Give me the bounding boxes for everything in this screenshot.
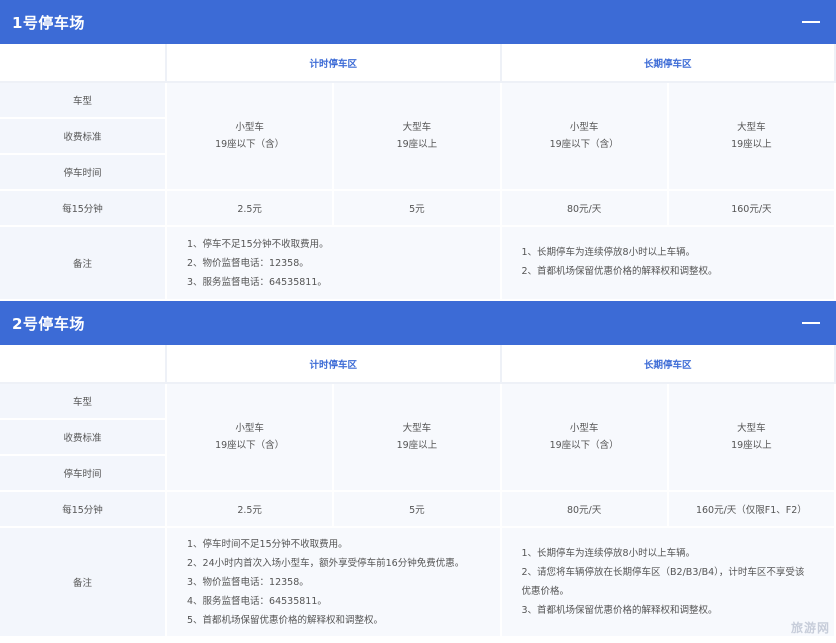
row-label-standard: 收费标准 xyxy=(0,118,167,155)
note-item: 1、停车不足15分钟不收取费用。 xyxy=(187,238,329,250)
vehicle-cell: 小型车 19座以下（含） xyxy=(500,383,669,492)
notes-hourly: 1、停车时间不足15分钟不收取费用。 2、24小时内首次入场小型车，额外享受停车… xyxy=(166,527,502,638)
vehicle-name: 大型车 xyxy=(737,122,766,133)
parking-lot-1: 1号停车场 计时停车区 长期停车区 车型 小型车 19座以下（含） 大型车 19座以… xyxy=(0,0,836,301)
notes-hourly: 1、停车不足15分钟不收取费用。 2、物价监督电话：12358。 3、服务监督电… xyxy=(166,226,502,301)
row-label-per15: 每15分钟 xyxy=(0,190,167,227)
price-cell: 5元 xyxy=(333,491,502,528)
zone-long-term: 长期停车区 xyxy=(500,345,836,384)
row-label-type: 车型 xyxy=(0,383,167,420)
minus-icon xyxy=(802,21,820,23)
price-cell: 160元/天（仅限F1、F2） xyxy=(667,491,836,528)
note-item: 3、首都机场保留优惠价格的解释权和调整权。 xyxy=(521,605,718,616)
section-header[interactable]: 2号停车场 xyxy=(0,301,836,345)
vehicle-cell: 大型车 19座以上 xyxy=(333,383,502,492)
fee-table: 计时停车区 长期停车区 车型 小型车 19座以下（含） 大型车 19座以上 小型车 1… xyxy=(0,345,836,638)
vehicle-seats: 19座以下（含） xyxy=(215,440,285,451)
vehicle-name: 小型车 xyxy=(235,122,264,133)
zone-hourly: 计时停车区 xyxy=(166,345,502,384)
notes-long: 1、长期停车为连续停放8小时以上车辆。 2、请您将车辆停放在长期停车区（B2/B… xyxy=(500,527,836,638)
note-item: 1、长期停车为连续停放8小时以上车辆。 xyxy=(521,247,696,258)
vehicle-seats: 19座以下（含） xyxy=(549,440,619,451)
vehicle-seats: 19座以上 xyxy=(731,139,772,150)
note-item: 1、长期停车为连续停放8小时以上车辆。 xyxy=(521,548,696,559)
note-item: 2、首都机场保留优惠价格的解释权和调整权。 xyxy=(521,266,718,277)
vehicle-seats: 19座以下（含） xyxy=(215,139,285,150)
vehicle-name: 小型车 xyxy=(569,423,599,434)
vehicle-seats: 19座以上 xyxy=(396,440,438,451)
corner-cell xyxy=(0,345,167,384)
vehicle-name: 小型车 xyxy=(235,423,264,434)
section-title: 2号停车场 xyxy=(12,314,85,333)
notes-list: 1、停车不足15分钟不收取费用。 2、物价监督电话：12358。 3、服务监督电… xyxy=(167,235,500,292)
note-item: 3、服务监督电话：64535811。 xyxy=(187,276,327,288)
fee-table: 计时停车区 长期停车区 车型 小型车 19座以下（含） 大型车 19座以上 小型车 1… xyxy=(0,44,836,301)
vehicle-cell: 小型车 19座以下（含） xyxy=(166,82,335,191)
price-cell: 80元/天 xyxy=(500,491,669,528)
note-item: 3、物价监督电话：12358。 xyxy=(187,576,309,588)
price-cell: 5元 xyxy=(333,190,502,227)
price-cell: 160元/天 xyxy=(667,190,836,227)
vehicle-cell: 大型车 19座以上 xyxy=(333,82,502,191)
note-item: 5、首都机场保留优惠价格的解释权和调整权。 xyxy=(187,614,384,626)
vehicle-cell: 小型车 19座以下（含） xyxy=(500,82,669,191)
vehicle-seats: 19座以下（含） xyxy=(549,139,619,150)
parking-lot-2: 2号停车场 计时停车区 长期停车区 车型 小型车 19座以下（含） 大型车 19座以… xyxy=(0,301,836,638)
note-item: 优惠价格。 xyxy=(521,586,570,597)
vehicle-cell: 大型车 19座以上 xyxy=(667,82,836,191)
corner-cell xyxy=(0,44,167,83)
section-header[interactable]: 1号停车场 xyxy=(0,0,836,44)
row-label-time: 停车时间 xyxy=(0,455,167,492)
vehicle-name: 大型车 xyxy=(737,423,766,434)
watermark: 旅游网 xyxy=(790,621,830,635)
vehicle-cell: 大型车 19座以上 xyxy=(667,383,836,492)
minus-icon xyxy=(802,322,820,324)
collapse-button[interactable] xyxy=(798,313,824,333)
vehicle-cell: 小型车 19座以下（含） xyxy=(166,383,335,492)
vehicle-name: 大型车 xyxy=(402,122,432,133)
price-cell: 2.5元 xyxy=(166,491,335,528)
note-item: 2、物价监督电话：12358。 xyxy=(187,257,309,269)
row-label-notes: 备注 xyxy=(0,226,167,301)
note-item: 1、停车时间不足15分钟不收取费用。 xyxy=(187,538,348,550)
vehicle-seats: 19座以上 xyxy=(396,139,438,150)
vehicle-name: 小型车 xyxy=(569,122,599,133)
notes-long: 1、长期停车为连续停放8小时以上车辆。 2、首都机场保留优惠价格的解释权和调整权… xyxy=(500,226,836,301)
row-label-time: 停车时间 xyxy=(0,154,167,191)
price-cell: 80元/天 xyxy=(500,190,669,227)
vehicle-seats: 19座以上 xyxy=(731,440,772,451)
row-label-per15: 每15分钟 xyxy=(0,491,167,528)
section-title: 1号停车场 xyxy=(12,13,85,32)
row-label-notes: 备注 xyxy=(0,527,167,638)
collapse-button[interactable] xyxy=(798,12,824,32)
note-item: 2、请您将车辆停放在长期停车区（B2/B3/B4），计时车区不享受该 xyxy=(521,567,805,578)
price-cell: 2.5元 xyxy=(166,190,335,227)
zone-long-term: 长期停车区 xyxy=(500,44,836,83)
row-label-standard: 收费标准 xyxy=(0,419,167,456)
notes-list: 1、长期停车为连续停放8小时以上车辆。 2、首都机场保留优惠价格的解释权和调整权… xyxy=(502,243,835,281)
note-item: 2、24小时内首次入场小型车，额外享受停车前16分钟免费优惠。 xyxy=(187,557,465,569)
notes-list: 1、停车时间不足15分钟不收取费用。 2、24小时内首次入场小型车，额外享受停车… xyxy=(167,535,500,630)
notes-list: 1、长期停车为连续停放8小时以上车辆。 2、请您将车辆停放在长期停车区（B2/B… xyxy=(502,544,835,620)
row-label-type: 车型 xyxy=(0,82,167,119)
zone-hourly: 计时停车区 xyxy=(166,44,502,83)
note-item: 4、服务监督电话：64535811。 xyxy=(187,595,327,607)
vehicle-name: 大型车 xyxy=(402,423,432,434)
